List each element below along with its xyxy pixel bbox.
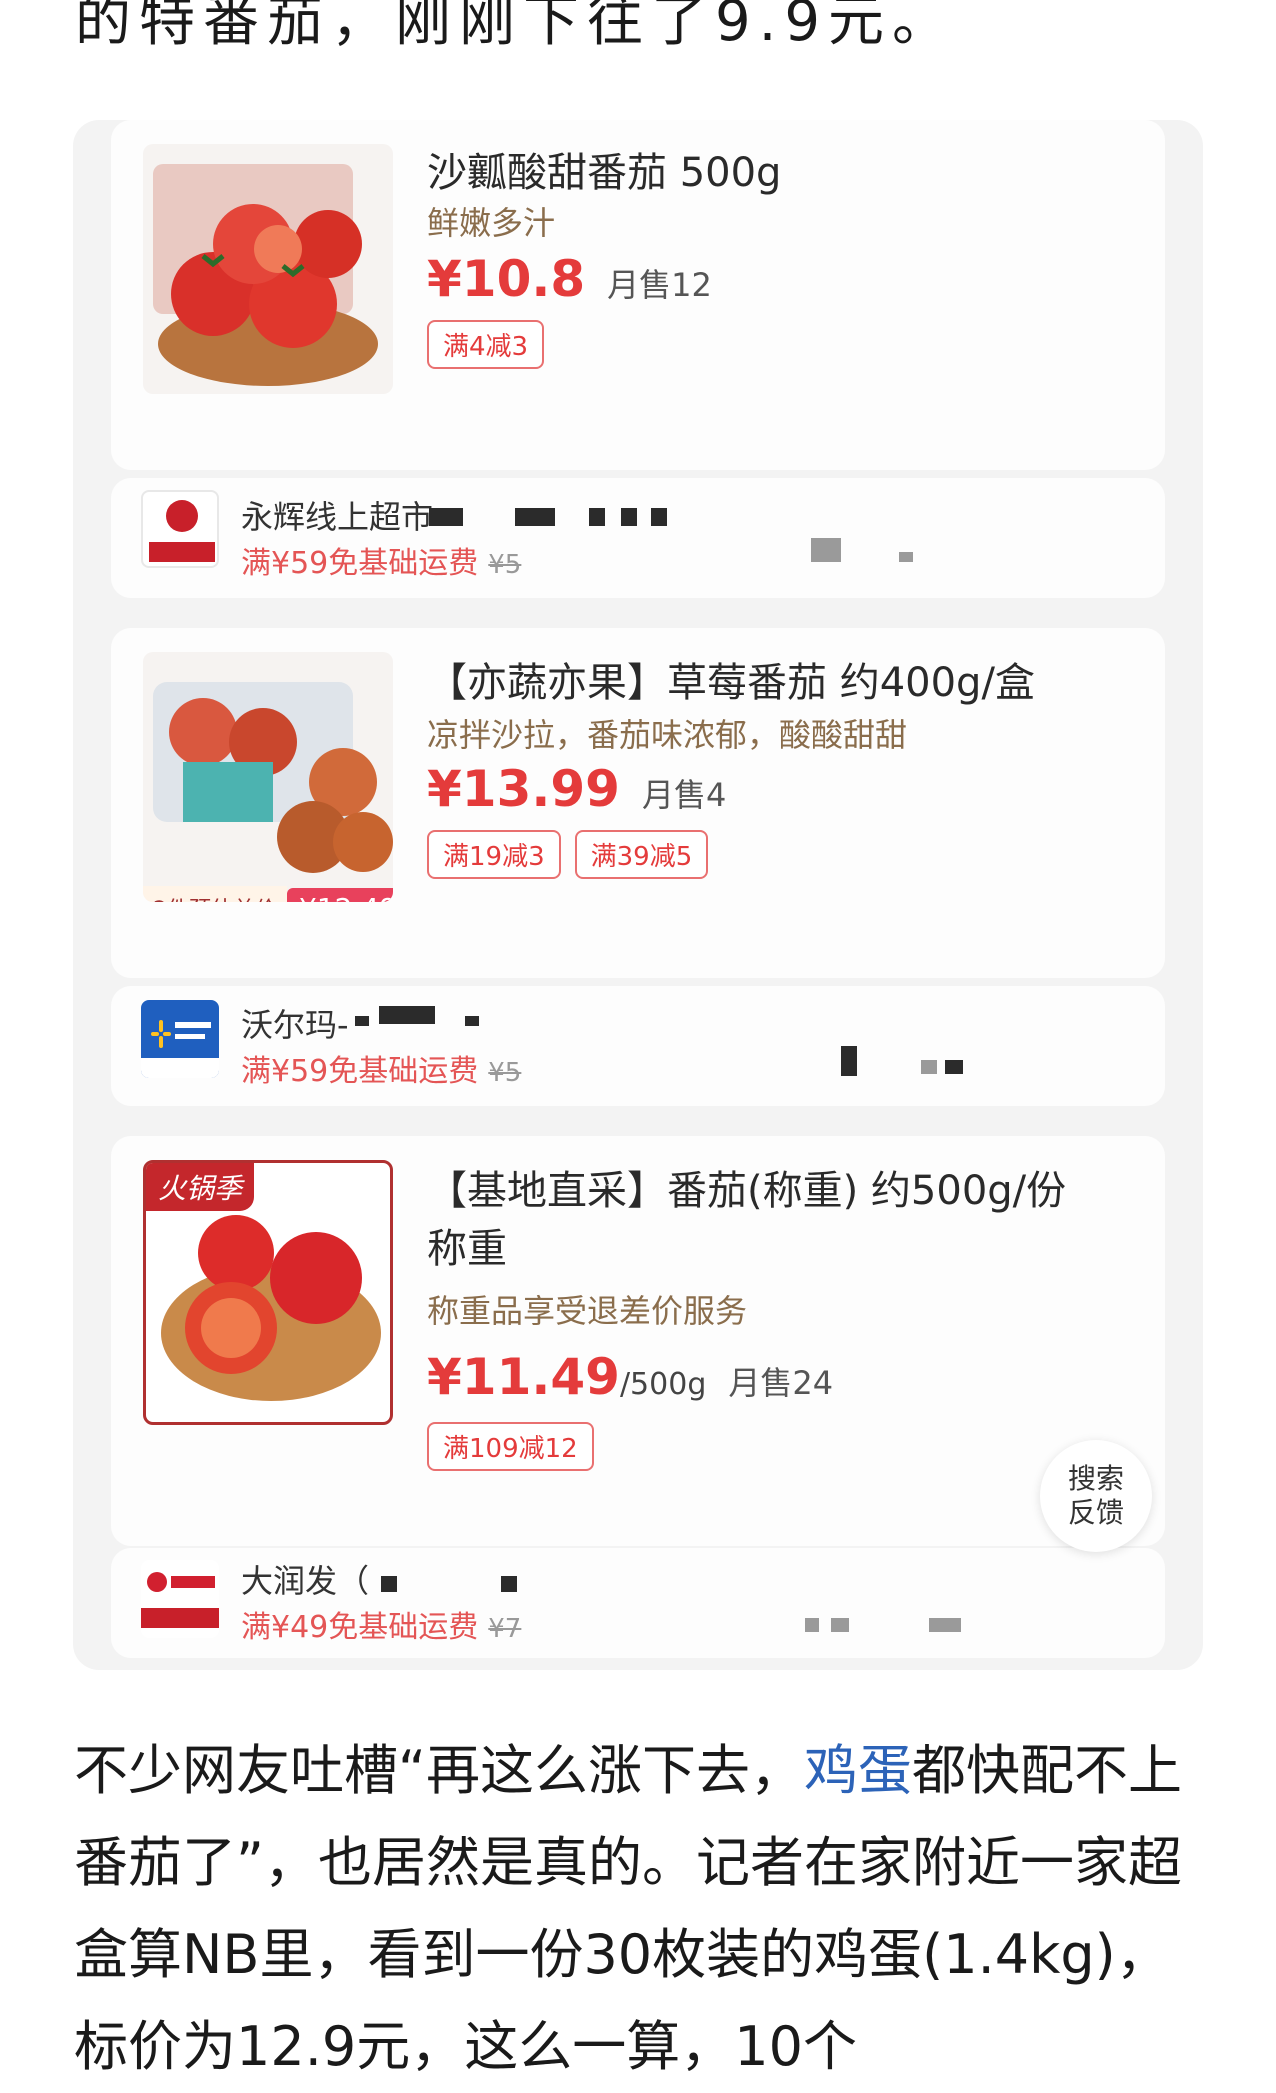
product-card[interactable]: 2件预估单价 ¥12.49 【亦蔬亦果】草莓番茄 约400g/盒 凉拌沙拉，番茄…: [111, 628, 1165, 978]
unit-price-value: ¥12.49: [287, 887, 393, 902]
redaction: [621, 508, 637, 526]
store-row[interactable]: 大润发（ 满¥49免基础运费 ¥7: [111, 1548, 1165, 1658]
store-logo: [141, 490, 219, 568]
product-price: ¥13.99 月售4: [427, 760, 726, 818]
unit-price-label: 2件预估单价: [143, 886, 287, 902]
shipping-text: 满¥59免基础运费: [241, 1054, 479, 1089]
store-row[interactable]: 永辉线上超市- 满¥59免基础运费 ¥5: [111, 478, 1165, 598]
feedback-label-2: 反馈: [1067, 1496, 1124, 1529]
redaction: [841, 1046, 857, 1076]
product-title: 沙瓤酸甜番茄 500g: [427, 150, 782, 196]
monthly-sales: 月售4: [641, 776, 727, 814]
monthly-sales: 月售24: [728, 1364, 834, 1402]
shipping-info: 满¥49免基础运费 ¥7: [241, 1602, 521, 1646]
shipping-info: 满¥59免基础运费 ¥5: [241, 1046, 521, 1090]
promo-tags: 满19减3 满39减5: [427, 830, 709, 879]
product-image: 2件预估单价 ¥12.49: [143, 652, 393, 902]
store-row[interactable]: 沃尔玛- 满¥59免基础运费 ¥5: [111, 986, 1165, 1106]
unit-price-badge: 2件预估单价 ¥12.49: [143, 884, 393, 902]
egg-link[interactable]: 鸡蛋: [804, 1739, 912, 1802]
product-card[interactable]: 火锅季 【基地直采】番茄(称重) 约500g/份 称重 称重品享受退差价服务 ¥…: [111, 1136, 1165, 1546]
redaction: [501, 1576, 517, 1592]
redaction: [429, 508, 463, 526]
product-price: ¥11.49/500g 月售24: [427, 1348, 833, 1406]
redaction: [379, 1006, 435, 1024]
redaction: [805, 1618, 819, 1632]
hot-pot-season-badge: 火锅季: [146, 1163, 255, 1211]
redaction: [831, 1618, 849, 1632]
product-image: [143, 144, 393, 394]
product-image: 火锅季: [143, 1160, 393, 1425]
search-feedback-button[interactable]: 搜索 反馈: [1040, 1440, 1152, 1552]
shipping-text: 满¥49免基础运费: [241, 1610, 479, 1645]
article-top-text: 的特番茄，刚刚下往了9.9元。: [75, 0, 957, 54]
redaction: [651, 508, 667, 526]
shipping-original: ¥5: [488, 1058, 522, 1088]
promo-tag[interactable]: 满109减12: [427, 1422, 594, 1471]
product-card[interactable]: 沙瓤酸甜番茄 500g 鲜嫩多汁 ¥10.8 月售12 满4减3: [111, 120, 1165, 470]
shipping-original: ¥7: [488, 1614, 522, 1644]
price-unit: /500g: [619, 1367, 707, 1402]
feedback-label-1: 搜索: [1067, 1462, 1124, 1495]
article-paragraph: 不少网友吐槽“再这么涨下去，鸡蛋都快配不上番茄了”，也居然是真的。记者在家附近一…: [74, 1725, 1204, 2093]
price-value: ¥13.99: [427, 760, 620, 818]
promo-tag[interactable]: 满4减3: [427, 320, 545, 369]
redaction: [899, 552, 913, 562]
store-name: 沃尔玛-: [241, 1006, 349, 1044]
store-name: 大润发（: [241, 1562, 370, 1600]
product-price: ¥10.8 月售12: [427, 250, 712, 308]
redaction: [921, 1060, 937, 1074]
product-title: 【亦蔬亦果】草莓番茄 约400g/盒: [427, 660, 1035, 706]
promo-tag[interactable]: 满19减3: [427, 830, 561, 879]
shipping-text: 满¥59免基础运费: [241, 546, 479, 581]
store-logo: [141, 1000, 219, 1078]
product-subtitle: 鲜嫩多汁: [427, 204, 556, 242]
redaction: [465, 1016, 479, 1026]
redaction: [515, 508, 555, 526]
redaction: [355, 1016, 369, 1026]
redaction: [381, 1576, 397, 1592]
promo-tag[interactable]: 满39减5: [574, 830, 709, 879]
redaction: [811, 538, 841, 562]
price-value: ¥11.49: [427, 1348, 620, 1406]
monthly-sales: 月售12: [607, 266, 712, 304]
shipping-info: 满¥59免基础运费 ¥5: [241, 538, 521, 582]
store-logo: [141, 1560, 219, 1638]
product-list: 沙瓤酸甜番茄 500g 鲜嫩多汁 ¥10.8 月售12 满4减3 永辉线上超市- …: [73, 120, 1203, 1670]
shipping-original: ¥5: [488, 550, 522, 580]
product-subtitle: 凉拌沙拉，番茄味浓郁，酸酸甜甜: [427, 716, 908, 754]
redaction: [945, 1060, 963, 1074]
price-value: ¥10.8: [427, 250, 586, 308]
redaction: [589, 508, 605, 526]
product-subtitle: 称重品享受退差价服务: [427, 1292, 748, 1330]
product-title: 【基地直采】番茄(称重) 约500g/份: [427, 1168, 1067, 1214]
product-title-line2: 称重: [427, 1226, 507, 1272]
store-name: 永辉线上超市-: [241, 498, 445, 536]
redaction: [929, 1618, 961, 1632]
article-text: 不少网友吐槽“再这么涨下去，: [74, 1739, 804, 1802]
promo-tags: 满109减12: [427, 1422, 594, 1471]
promo-tags: 满4减3: [427, 320, 545, 369]
